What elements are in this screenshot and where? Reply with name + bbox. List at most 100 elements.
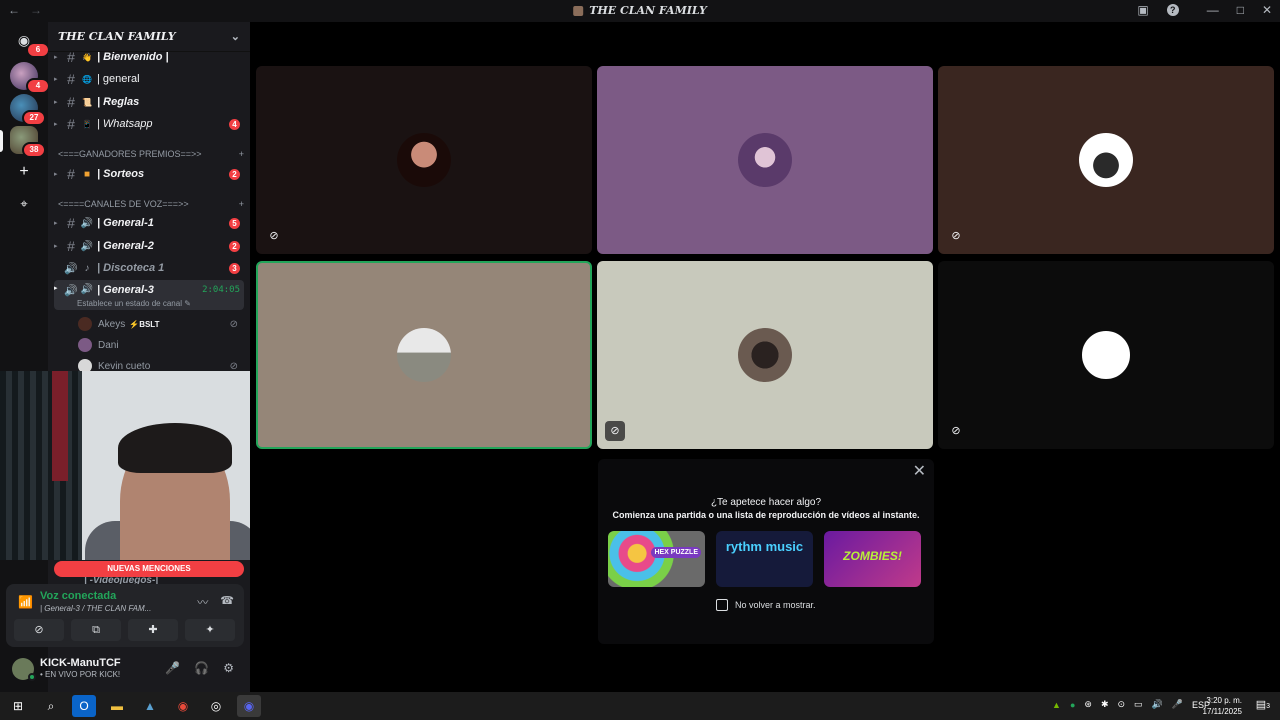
bluetooth-icon[interactable]: ✱	[1101, 699, 1109, 710]
activity-card-hex-puzzle[interactable]: HEX PUZZLE	[608, 531, 705, 587]
nvidia-icon[interactable]: ▲	[1052, 700, 1061, 710]
tray-app-icon[interactable]: ⊛	[1084, 699, 1092, 710]
compass-icon: ⌖	[20, 196, 28, 211]
server-icon-1[interactable]: 4	[10, 62, 50, 94]
notification-count: 3	[1266, 703, 1270, 710]
help-icon[interactable]: ?	[1166, 4, 1179, 16]
voice-member[interactable]: Dani	[78, 336, 244, 354]
disconnect-icon[interactable]: ☎	[220, 594, 234, 610]
minimize-button[interactable]: —	[1207, 3, 1219, 17]
activities-button[interactable]: ✚	[128, 619, 178, 641]
close-icon[interactable]: ✕	[913, 461, 926, 481]
forward-icon[interactable]: →	[30, 3, 42, 17]
outlook-icon[interactable]: O	[72, 695, 96, 717]
discord-taskbar-icon[interactable]: ◉	[237, 695, 261, 717]
signal-icon[interactable]: 📶	[18, 595, 33, 609]
server-icon-2[interactable]: 27	[10, 94, 46, 126]
channel-bienvenido[interactable]: ▸ # 👋 | Bienvenido |	[54, 46, 244, 68]
participant-tile[interactable]: ⊘	[938, 66, 1274, 254]
avatar	[78, 317, 92, 331]
maximize-button[interactable]: □	[1237, 3, 1244, 17]
voice-location[interactable]: | General-3 / THE CLAN FAM...	[40, 604, 151, 613]
collapse-arrow-icon: ▸	[54, 243, 58, 250]
noise-suppression-icon[interactable]: 〰	[197, 594, 208, 610]
category-voice[interactable]: <====CANALES DE VOZ===>> +	[58, 199, 244, 209]
voice-channel-discoteca[interactable]: 🔊 ♪ | Discoteca 1 3	[54, 257, 244, 279]
add-server-button[interactable]: +	[10, 158, 38, 186]
soundboard-button[interactable]: ✦	[185, 619, 235, 641]
voice-channel-general-2[interactable]: ▸ # 🔊 | General-2 2	[54, 235, 244, 257]
channel-reglas[interactable]: ▸ # 📜 | Reglas	[54, 91, 244, 113]
clock[interactable]: 3:20 p. m. 17/11/2025	[1203, 695, 1242, 717]
category-prizes[interactable]: <===GANADORES PREMIOS==>> +	[58, 149, 244, 159]
microphone-icon[interactable]: 🎤	[165, 661, 180, 675]
volume-icon[interactable]: 🔊	[1152, 699, 1163, 710]
channel-status-hint[interactable]: Establece un estado de canal ✎	[77, 299, 191, 308]
clock-date: 17/11/2025	[1202, 707, 1242, 716]
voice-panel-actions: 〰 ☎	[197, 594, 234, 610]
activity-description: Comienza una partida o una lista de repr…	[612, 510, 920, 520]
webcam-person-hair	[118, 423, 232, 473]
search-icon[interactable]: ⌕	[39, 695, 63, 717]
explore-button[interactable]: ⌖	[10, 190, 38, 218]
voice-connected-panel: 📶 Voz conectada | General-3 / THE CLAN F…	[6, 584, 244, 647]
channel-sorteos[interactable]: ▸ # ■ | Sorteos 2	[54, 163, 244, 185]
server-badge-2: 27	[22, 110, 46, 126]
hash-icon: #	[67, 238, 75, 254]
file-explorer-icon[interactable]: ▬	[105, 695, 129, 717]
back-icon[interactable]: ←	[8, 3, 20, 17]
screen-share-button[interactable]: ⧉	[71, 619, 121, 641]
taskbar: ⊞ ⌕ O ▬ ▲ ◉ ◎ ◉ ▲ ● ⊛ ✱ ⊙ ▭ 🔊 🎤 ESP 3:20…	[0, 692, 1280, 720]
server-icon-3[interactable]: 38	[10, 126, 46, 158]
headphones-icon[interactable]: 🎧	[194, 661, 209, 675]
voice-member[interactable]: Akeys ⚡BSLT ⊘	[78, 315, 244, 333]
activity-card-rythm[interactable]: rythm music	[716, 531, 813, 587]
voice-icon: 🔊	[64, 262, 78, 275]
new-mentions-banner[interactable]: NUEVAS MENCIONES	[54, 561, 244, 577]
voice-status: Voz conectada	[40, 590, 117, 602]
network-icon[interactable]: ▭	[1134, 699, 1143, 710]
activity-card-zombies[interactable]: ZOMBIES!	[824, 531, 921, 587]
user-controls: 🎤 🎧 ⚙	[165, 661, 234, 675]
music-icon: ♪	[84, 262, 90, 274]
deafen-icon: ⊘	[229, 360, 238, 372]
webcam-background	[0, 371, 82, 560]
hash-icon: #	[67, 49, 75, 65]
channel-whatsapp[interactable]: ▸ # 📱 | Whatsapp 4	[54, 113, 244, 135]
activity-question: ¿Te apetece hacer algo?	[710, 497, 822, 508]
home-button[interactable]: ◉ 6	[10, 26, 50, 58]
chevron-down-icon: ⌄	[230, 30, 240, 43]
windows-start-icon[interactable]: ⊞	[6, 695, 30, 717]
checkbox[interactable]	[716, 599, 728, 611]
channel-name: | Discoteca 1	[97, 262, 165, 274]
server-badge-1: 4	[26, 78, 50, 94]
voice-channel-general-1[interactable]: ▸ # 🔊 | General-1 5	[54, 212, 244, 234]
obs-icon[interactable]: ◎	[204, 695, 228, 717]
mention-badge: 3	[229, 262, 240, 274]
participant-tile[interactable]: ⊘	[597, 261, 933, 449]
participant-tile[interactable]	[597, 66, 933, 254]
notification-icon[interactable]: ▤3	[1256, 698, 1270, 711]
channel-general[interactable]: ▸ # 🌐 | general	[54, 68, 244, 90]
chrome-icon[interactable]: ◉	[171, 695, 195, 717]
dont-show-again[interactable]: No volver a mostrar.	[716, 599, 816, 611]
app-icon[interactable]: ▲	[138, 695, 162, 717]
add-channel-icon[interactable]: +	[239, 199, 244, 209]
collapse-arrow-icon: ▸	[54, 285, 58, 292]
mention-badge: 2	[229, 240, 240, 252]
system-tray: ▲ ● ⊛ ✱ ⊙ ▭ 🔊 🎤 ESP	[1052, 699, 1210, 710]
add-channel-icon[interactable]: +	[239, 149, 244, 159]
microphone-tray-icon[interactable]: 🎤	[1172, 699, 1183, 710]
tray-app-icon[interactable]: ⊙	[1117, 699, 1125, 710]
participant-tile[interactable]: ⊘	[938, 261, 1274, 449]
inbox-icon[interactable]: ▣	[1137, 3, 1148, 17]
game-label: ZOMBIES!	[843, 549, 902, 563]
hash-icon: #	[67, 215, 75, 231]
settings-gear-icon[interactable]: ⚙	[223, 661, 234, 675]
camera-off-button[interactable]: ⊘	[14, 619, 64, 641]
close-button[interactable]: ✕	[1262, 3, 1272, 17]
window-controls: ▣ ? — □ ✕	[1137, 3, 1272, 17]
participant-tile[interactable]: ⊘	[256, 66, 592, 254]
participant-tile-speaking[interactable]	[256, 261, 592, 449]
tray-status-icon[interactable]: ●	[1070, 700, 1075, 710]
